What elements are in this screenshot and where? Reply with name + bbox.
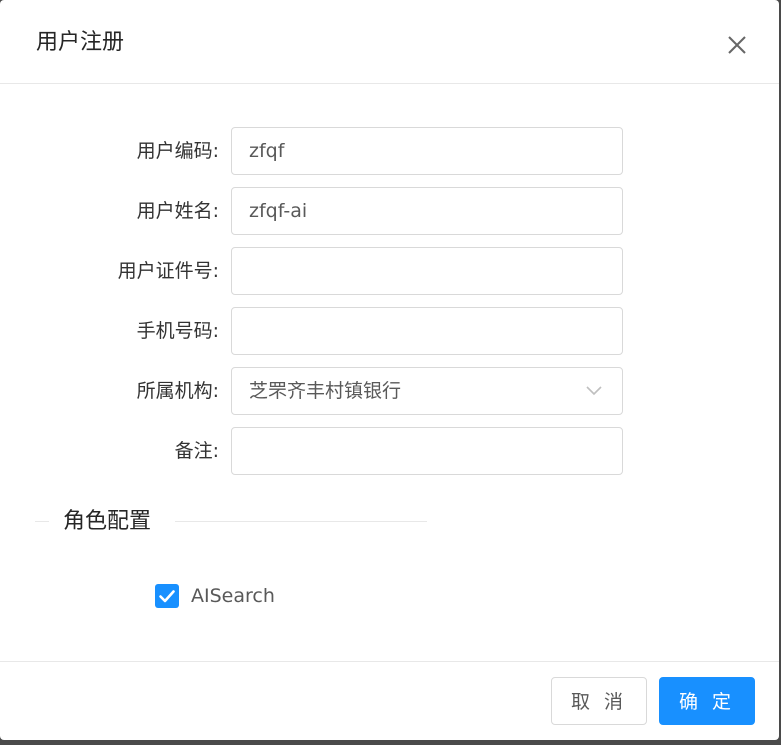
cancel-button[interactable]: 取 消	[551, 677, 647, 725]
divider-line-right	[175, 521, 427, 522]
checkmark-icon	[159, 590, 175, 603]
close-icon	[728, 36, 746, 54]
role-label-aisearch: AISearch	[191, 585, 275, 607]
dialog-footer: 取 消 确 定	[0, 661, 779, 740]
user-id-number-label: 用户证件号:	[117, 260, 219, 282]
remark-label: 备注:	[174, 440, 219, 462]
confirm-button[interactable]: 确 定	[659, 677, 755, 725]
checkbox-checked[interactable]	[155, 584, 179, 608]
chevron-down-icon	[586, 386, 602, 396]
organization-select-value: 芝罘齐丰村镇银行	[249, 380, 402, 402]
user-name-label: 用户姓名:	[136, 200, 219, 222]
register-user-dialog: 用户注册 用户编码: 用户姓名: 用户证件号: 手机号码: 所属机构: 芝罘齐丰…	[0, 0, 779, 740]
remark-input[interactable]	[231, 427, 623, 475]
organization-label: 所属机构:	[136, 380, 219, 402]
user-name-input[interactable]	[231, 187, 623, 235]
user-name-row: 用户姓名:	[0, 187, 779, 235]
user-code-label: 用户编码:	[136, 140, 219, 162]
phone-label: 手机号码:	[136, 320, 219, 342]
dialog-header: 用户注册	[0, 0, 779, 84]
divider-line-left	[35, 521, 49, 522]
close-button[interactable]	[722, 30, 752, 60]
dialog-title: 用户注册	[36, 30, 125, 55]
organization-row: 所属机构: 芝罘齐丰村镇银行	[0, 367, 779, 415]
user-code-input[interactable]	[231, 127, 623, 175]
organization-select[interactable]: 芝罘齐丰村镇银行	[231, 367, 623, 415]
remark-row: 备注:	[0, 427, 779, 475]
role-config-title: 角色配置	[63, 509, 152, 534]
user-id-number-input[interactable]	[231, 247, 623, 295]
phone-input[interactable]	[231, 307, 623, 355]
user-id-number-row: 用户证件号:	[0, 247, 779, 295]
phone-row: 手机号码:	[0, 307, 779, 355]
user-code-row: 用户编码:	[0, 127, 779, 175]
